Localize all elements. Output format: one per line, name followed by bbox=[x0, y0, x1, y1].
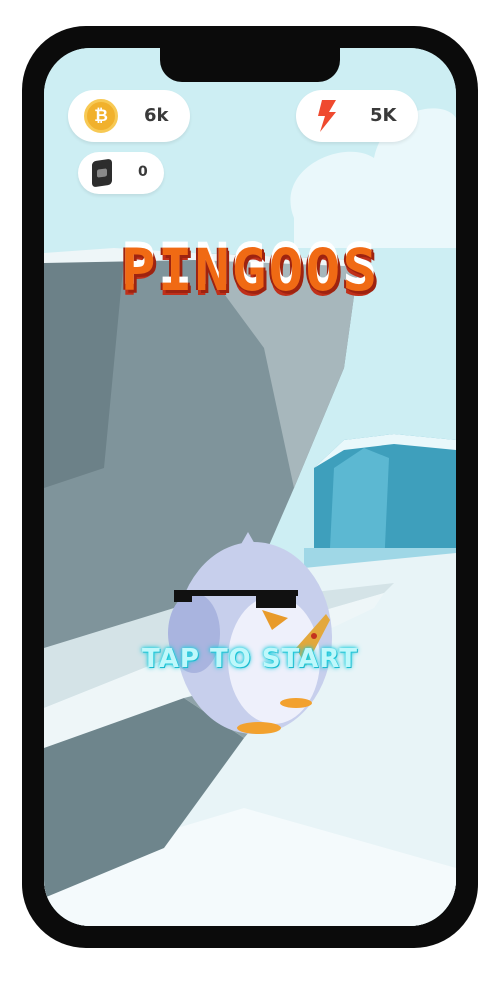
pepperoni bbox=[311, 633, 317, 639]
tap-to-start-prompt[interactable]: TAP TO START bbox=[44, 644, 456, 674]
gem-icon bbox=[92, 158, 112, 188]
penguin-foot bbox=[237, 722, 281, 734]
game-screen[interactable]: ₿ 6k 5K 0 PINGOOS TAP TO START bbox=[44, 48, 456, 926]
penguin-foot bbox=[280, 698, 312, 708]
coin-icon: ₿ bbox=[84, 99, 118, 133]
phone-notch bbox=[160, 48, 340, 82]
game-title-logo: PINGOOS bbox=[120, 236, 380, 304]
coins-value: 6k bbox=[144, 105, 169, 126]
gems-counter[interactable]: 0 bbox=[78, 152, 164, 194]
energy-value: 5K bbox=[370, 105, 397, 126]
gems-value: 0 bbox=[138, 164, 148, 180]
phone-frame: ₿ 6k 5K 0 PINGOOS TAP TO START bbox=[22, 26, 478, 948]
lightning-icon bbox=[318, 100, 336, 132]
sunglasses-lens bbox=[256, 592, 296, 608]
energy-counter[interactable]: 5K bbox=[296, 90, 418, 142]
coins-counter[interactable]: ₿ 6k bbox=[68, 90, 190, 142]
sunglasses-lens bbox=[174, 592, 192, 602]
